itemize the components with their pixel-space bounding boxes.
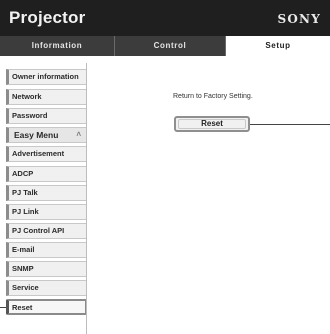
sidebar-item-pj-talk[interactable]: PJ Talk [6,185,87,201]
sidebar-item-e-mail[interactable]: E-mail [6,242,87,258]
sidebar-item-easy-menu[interactable]: Easy Menu ˄ [6,127,87,143]
reset-button-inner [178,119,246,129]
sidebar-item-owner-information[interactable]: Owner information [6,69,87,85]
callout-line [0,307,6,308]
app-header: Projector SONY [0,0,330,36]
tab-information[interactable]: Information [0,36,115,56]
factory-reset-description: Return to Factory Setting. [173,93,253,100]
sidebar-item-pj-control-api[interactable]: PJ Control API [6,223,87,239]
sidebar-item-password[interactable]: Password [6,108,87,124]
main-content: Return to Factory Setting. Reset [92,56,330,334]
app-title: Projector [9,8,86,27]
sidebar-item-label: Easy Menu [14,130,59,140]
tab-control[interactable]: Control [115,36,226,56]
brand-logo: SONY [277,12,321,26]
sidebar-item-snmp[interactable]: SNMP [6,261,87,277]
tab-bar: Information Control Setup [0,36,330,56]
sidebar-item-network[interactable]: Network [6,89,87,105]
reset-button[interactable]: Reset [174,116,250,132]
chevron-up-icon: ˄ [76,130,81,139]
sidebar-item-pj-link[interactable]: PJ Link [6,204,87,220]
callout-line [250,124,330,125]
sidebar-item-service[interactable]: Service [6,280,87,296]
sidebar-item-adcp[interactable]: ADCP [6,166,87,182]
sidebar-item-reset[interactable]: Reset [6,299,87,315]
tab-setup[interactable]: Setup [226,36,330,56]
sidebar: Owner information Network Password Easy … [0,56,92,334]
sidebar-item-advertisement[interactable]: Advertisement [6,146,87,162]
sidebar-divider [86,63,87,334]
